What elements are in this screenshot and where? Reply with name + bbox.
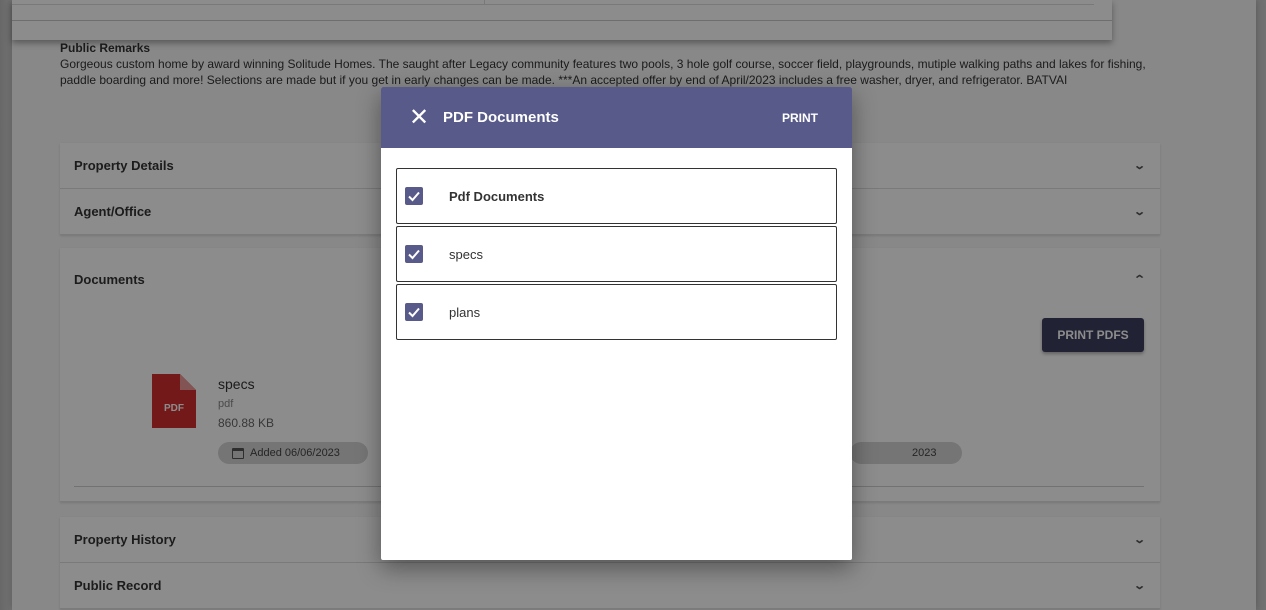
dialog-title: PDF Documents	[443, 109, 559, 126]
close-icon[interactable]: ✕	[409, 105, 431, 130]
checkbox-checked[interactable]	[405, 187, 423, 205]
list-item-label: Pdf Documents	[449, 188, 545, 204]
list-item-specs[interactable]: specs	[396, 226, 837, 282]
list-item-label: specs	[449, 246, 483, 262]
document-list: Pdf Documents specs plans	[381, 148, 852, 340]
list-item-all-pdf-documents[interactable]: Pdf Documents	[396, 168, 837, 224]
checkbox-checked[interactable]	[405, 245, 423, 263]
dialog-header: ✕ PDF Documents PRINT	[381, 87, 852, 148]
pdf-documents-dialog: ✕ PDF Documents PRINT Pdf Documents spec…	[381, 87, 852, 560]
list-item-plans[interactable]: plans	[396, 284, 837, 340]
checkmark-icon	[408, 191, 420, 202]
checkmark-icon	[408, 307, 420, 318]
list-item-label: plans	[449, 304, 481, 320]
checkbox-checked[interactable]	[405, 303, 423, 321]
checkmark-icon	[408, 249, 420, 260]
print-button[interactable]: PRINT	[782, 111, 818, 125]
